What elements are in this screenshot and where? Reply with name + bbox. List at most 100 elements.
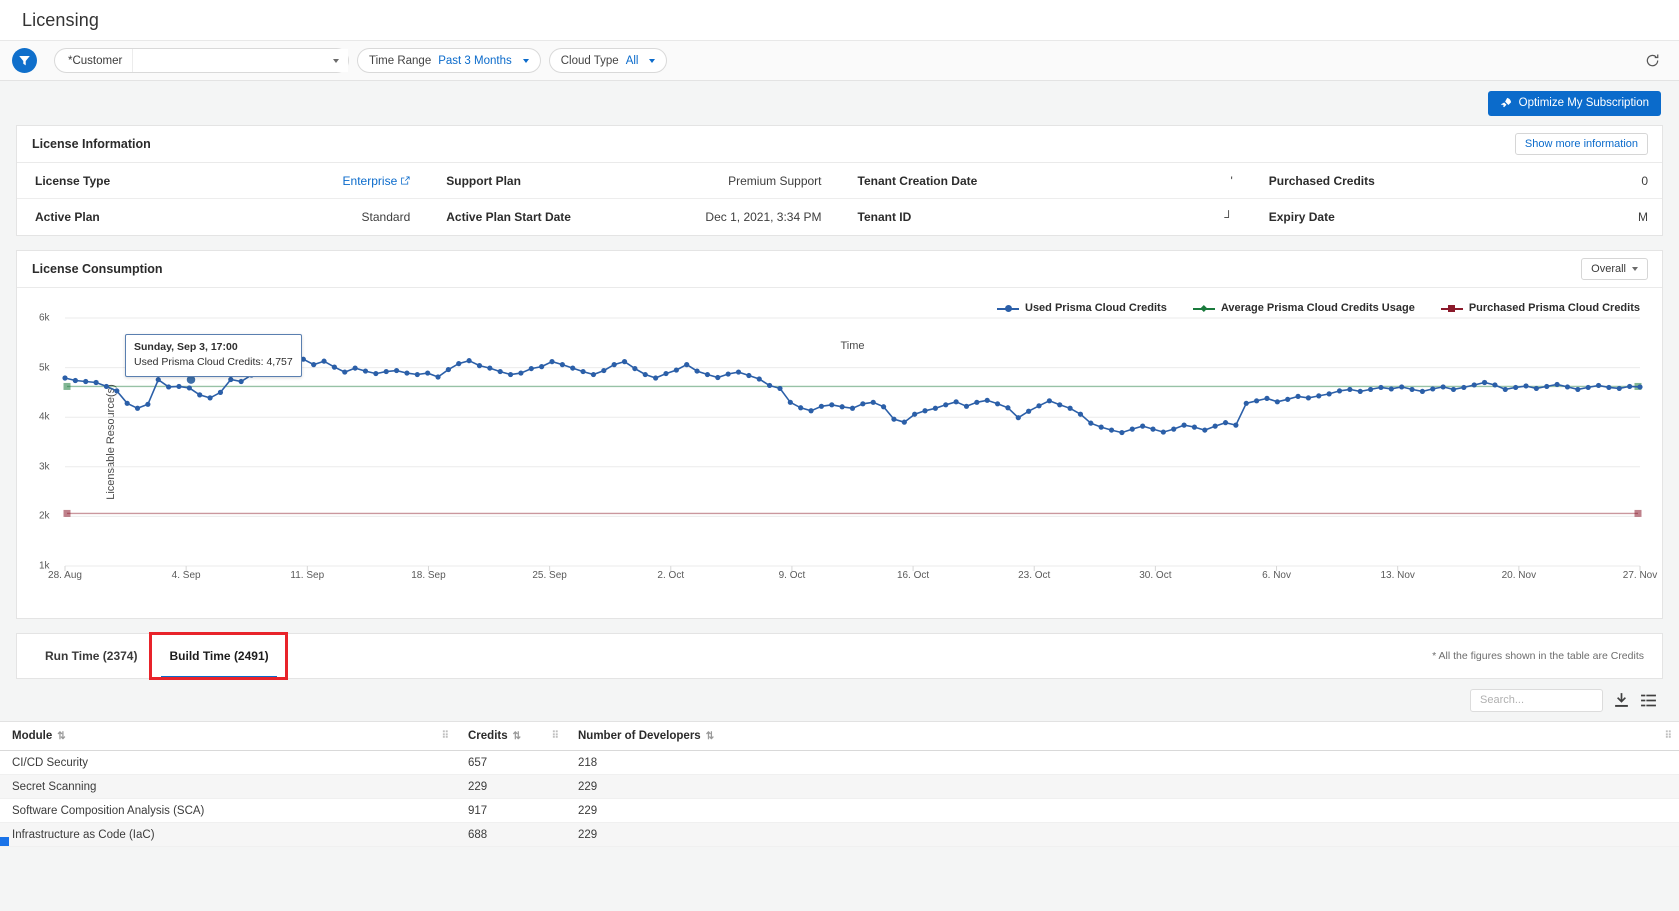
license-consumption-chart: Used Prisma Cloud Credits Average Prisma… — [17, 288, 1662, 618]
tab-run-time[interactable]: Run Time (2374) — [29, 634, 153, 678]
columns-icon[interactable] — [1640, 692, 1657, 709]
legend-label: Used Prisma Cloud Credits — [1025, 302, 1167, 314]
chart-x-tick: 27. Nov — [1623, 570, 1657, 581]
show-more-information-button[interactable]: Show more information — [1515, 133, 1648, 155]
chart-y-tick: 6k — [39, 313, 50, 324]
cell-credits: 229 — [456, 775, 566, 799]
info-support-plan: Support Plan Premium Support — [428, 163, 839, 199]
license-type-link[interactable]: Enterprise — [343, 174, 411, 188]
tooltip-value: Used Prisma Cloud Credits: 4,757 — [134, 355, 293, 370]
info-value: Enterprise — [343, 174, 398, 188]
page-header: Licensing — [0, 0, 1679, 41]
tab-build-time[interactable]: Build Time (2491) — [153, 634, 284, 678]
table-row[interactable]: CI/CD Security657218 — [0, 751, 1679, 775]
chart-x-tick: 16. Oct — [897, 570, 929, 581]
chart-x-tick: 13. Nov — [1380, 570, 1414, 581]
column-label: Credits — [468, 730, 508, 742]
legend-item-average[interactable]: Average Prisma Cloud Credits Usage — [1193, 302, 1415, 314]
column-header-developers[interactable]: Number of Developers⇅ ⠿ — [566, 722, 1679, 751]
sort-icon[interactable]: ⇅ — [57, 731, 65, 742]
rocket-icon — [1500, 97, 1512, 109]
chart-x-tick: 28. Aug — [48, 570, 82, 581]
license-information-grid: License Type Enterprise Support Plan Pre… — [17, 163, 1662, 235]
consumption-tabs-card: Run Time (2374) Build Time (2491) * All … — [16, 633, 1663, 679]
info-key: Active Plan — [35, 210, 100, 224]
optimize-subscription-button[interactable]: Optimize My Subscription — [1488, 91, 1661, 116]
cell-developers: 229 — [566, 823, 1679, 847]
info-key: Expiry Date — [1269, 210, 1335, 224]
column-header-credits[interactable]: Credits ⇅ ⠿ — [456, 722, 566, 751]
info-key: Tenant Creation Date — [858, 174, 978, 188]
license-consumption-title: License Consumption — [32, 262, 163, 276]
legend-label: Average Prisma Cloud Credits Usage — [1221, 302, 1415, 314]
cell-module: Secret Scanning — [0, 775, 456, 799]
chart-x-tick: 18. Sep — [411, 570, 445, 581]
funnel-icon[interactable] — [12, 48, 37, 73]
chart-plot-area[interactable]: Licensable Resource(s) Sunday, Sep 3, 17… — [65, 318, 1640, 566]
info-value: M — [1638, 210, 1648, 224]
cell-module: Software Composition Analysis (SCA) — [0, 799, 456, 823]
time-range-filter[interactable]: Time Range Past 3 Months — [357, 48, 541, 73]
info-tenant-creation-date: Tenant Creation Date ' — [840, 163, 1251, 199]
table-row[interactable]: Secret Scanning229229 — [0, 775, 1679, 799]
sort-icon[interactable]: ⇅ — [706, 731, 714, 742]
time-range-label: Time Range — [369, 55, 431, 67]
chart-y-tick: 2k — [39, 511, 50, 522]
info-purchased-credits: Purchased Credits 0 — [1251, 163, 1662, 199]
grip-icon[interactable]: ⠿ — [1665, 731, 1671, 742]
license-information-title: License Information — [32, 137, 151, 151]
info-license-type: License Type Enterprise — [17, 163, 428, 199]
legend-item-purchased[interactable]: Purchased Prisma Cloud Credits — [1441, 302, 1640, 314]
license-consumption-card: License Consumption Overall Used Prisma … — [16, 250, 1663, 619]
chart-x-tick: 30. Oct — [1139, 570, 1171, 581]
chart-y-tick: 5k — [39, 362, 50, 373]
column-label: Module — [12, 730, 52, 742]
chart-x-axis-label: Time — [840, 340, 864, 352]
grip-icon[interactable]: ⠿ — [442, 731, 448, 742]
search-input[interactable] — [1480, 694, 1622, 706]
download-icon[interactable] — [1613, 692, 1630, 709]
table-row[interactable]: Software Composition Analysis (SCA)91722… — [0, 799, 1679, 823]
customer-filter-label: *Customer — [55, 55, 132, 67]
chart-x-tick: 6. Nov — [1262, 570, 1291, 581]
info-value: Premium Support — [728, 174, 821, 188]
info-value: Dec 1, 2021, 3:34 PM — [705, 210, 821, 224]
refresh-icon[interactable] — [1641, 50, 1663, 72]
consumption-tabs: Run Time (2374) Build Time (2491) * All … — [17, 634, 1662, 678]
cloud-type-filter[interactable]: Cloud Type All — [549, 48, 668, 73]
info-active-plan: Active Plan Standard — [17, 199, 428, 235]
chart-y-tick: 3k — [39, 461, 50, 472]
info-key: License Type — [35, 174, 110, 188]
info-active-plan-start-date: Active Plan Start Date Dec 1, 2021, 3:34… — [428, 199, 839, 235]
legend-marker-icon — [1441, 303, 1463, 313]
chart-y-tick: 4k — [39, 412, 50, 423]
info-key: Tenant ID — [858, 210, 912, 224]
tabs-note: * All the figures shown in the table are… — [1432, 650, 1644, 662]
consumption-scope-select[interactable]: Overall — [1581, 258, 1648, 280]
chart-x-tick: 4. Sep — [172, 570, 201, 581]
chart-tooltip: Sunday, Sep 3, 17:00 Used Prisma Cloud C… — [125, 334, 302, 377]
chevron-down-icon — [333, 59, 339, 63]
customer-filter[interactable]: *Customer — [54, 48, 349, 73]
chart-x-tick: 9. Oct — [779, 570, 806, 581]
info-key: Support Plan — [446, 174, 521, 188]
grip-icon[interactable]: ⠿ — [552, 731, 558, 742]
cell-developers: 229 — [566, 775, 1679, 799]
cell-developers: 218 — [566, 751, 1679, 775]
sort-icon[interactable]: ⇅ — [513, 731, 521, 742]
column-header-module[interactable]: Module ⇅ ⠿ — [0, 722, 456, 751]
search-box[interactable] — [1470, 689, 1603, 712]
customer-select[interactable] — [132, 49, 348, 72]
info-value: ' — [1230, 174, 1232, 188]
info-key: Purchased Credits — [1269, 174, 1375, 188]
legend-item-used[interactable]: Used Prisma Cloud Credits — [997, 302, 1167, 314]
license-consumption-header: License Consumption Overall — [17, 251, 1662, 288]
chart-x-tick: 23. Oct — [1018, 570, 1050, 581]
external-link-icon — [401, 176, 410, 185]
module-table: Module ⇅ ⠿ Credits ⇅ ⠿ Number of Developer… — [0, 721, 1679, 847]
table-row[interactable]: Infrastructure as Code (IaC)688229 — [0, 823, 1679, 847]
cloud-type-label: Cloud Type — [561, 55, 619, 67]
chart-x-tick: 11. Sep — [290, 570, 324, 581]
optimize-row: Optimize My Subscription — [0, 81, 1679, 125]
license-information-card: License Information Show more informatio… — [16, 125, 1663, 236]
